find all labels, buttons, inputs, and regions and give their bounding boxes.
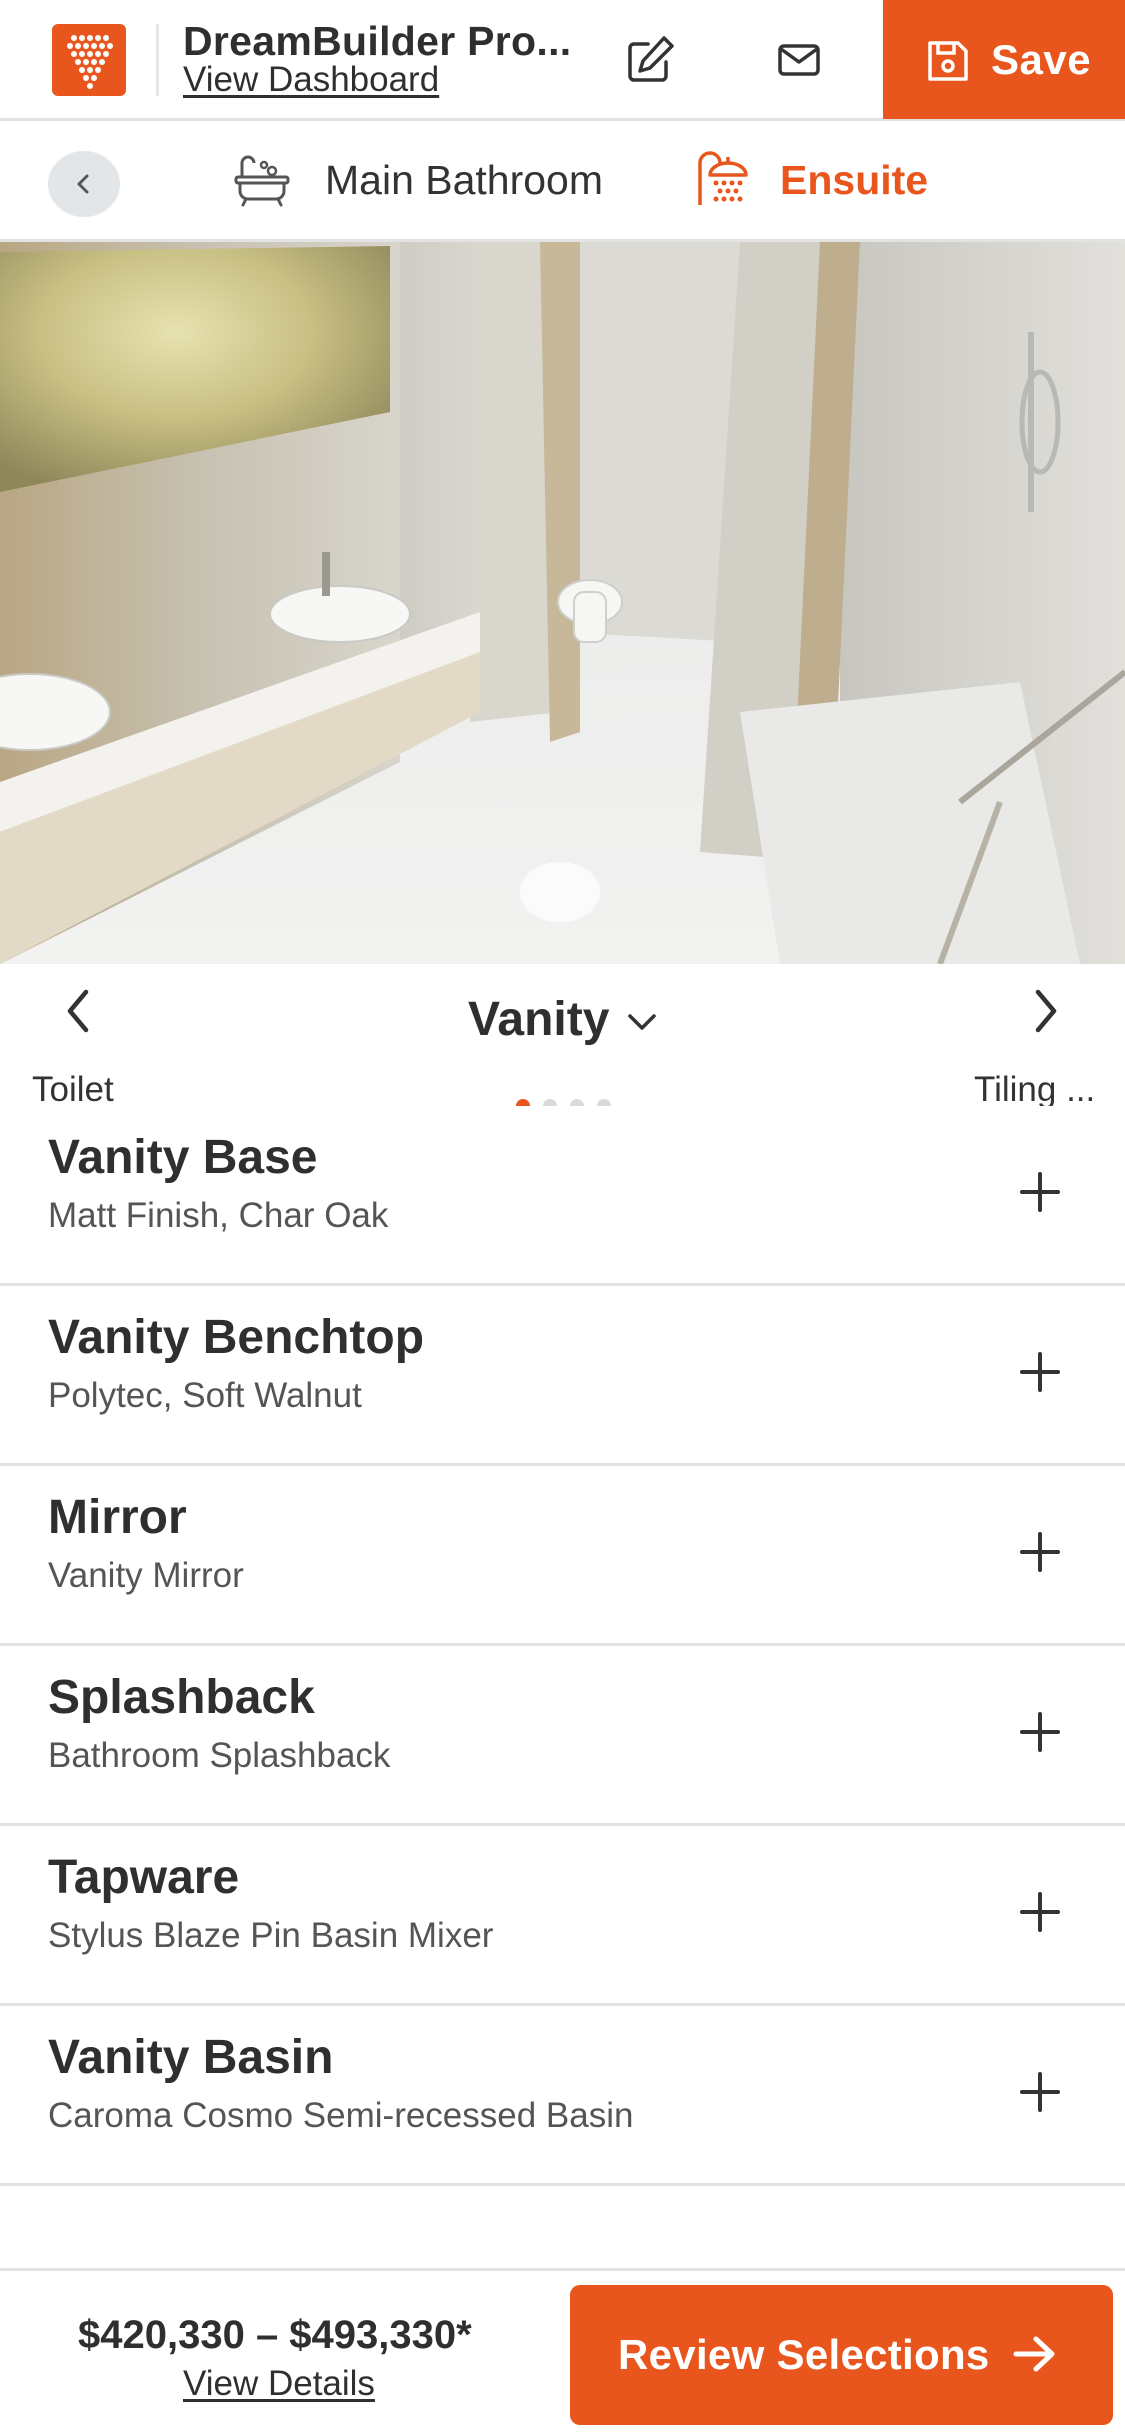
prev-category-label: Toilet [32, 1070, 114, 1109]
item-title: Vanity Base [48, 1131, 318, 1184]
plus-icon[interactable] [1012, 2064, 1068, 2120]
list-item-vanity-base[interactable]: Vanity Base Matt Finish, Char Oak [0, 1106, 1125, 1286]
category-nav: Toilet Vanity Tiling ... [0, 964, 1125, 1109]
floppy-disk-icon [928, 41, 968, 81]
prev-category-button[interactable]: Toilet [20, 984, 140, 1109]
item-subtitle: Polytec, Soft Walnut [48, 1376, 362, 1415]
pencil-icon [628, 36, 674, 82]
edit-button[interactable] [620, 30, 684, 90]
list-item-vanity-benchtop[interactable]: Vanity Benchtop Polytec, Soft Walnut [0, 1286, 1125, 1466]
item-subtitle: Bathroom Splashback [48, 1736, 391, 1775]
dreambuilder-logo[interactable] [52, 24, 126, 96]
category-dropdown[interactable]: Vanity [460, 992, 670, 1052]
chevron-left-icon [77, 174, 89, 194]
list-item-tapware[interactable]: Tapware Stylus Blaze Pin Basin Mixer [0, 1826, 1125, 2006]
price-footer: $420,330 – $493,330* View Details Review… [0, 2268, 1125, 2436]
chevron-down-icon [628, 1014, 656, 1030]
view-dashboard-link[interactable]: View Dashboard [183, 60, 439, 100]
item-title: Vanity Basin [48, 2031, 334, 2084]
plus-icon[interactable] [1012, 1884, 1068, 1940]
item-title: Vanity Benchtop [48, 1311, 425, 1364]
item-subtitle: Vanity Mirror [48, 1556, 244, 1595]
chevron-right-icon [1035, 989, 1057, 1033]
review-selections-button[interactable]: Review Selections [570, 2285, 1113, 2425]
save-label: Save [991, 36, 1092, 83]
item-title: Splashback [48, 1671, 315, 1724]
shower-icon [698, 151, 748, 205]
envelope-icon [778, 44, 820, 76]
plus-icon[interactable] [1012, 1524, 1068, 1580]
arrow-right-icon [1013, 2336, 1055, 2372]
plus-icon[interactable] [1012, 1344, 1068, 1400]
next-category-button[interactable]: Tiling ... [960, 984, 1120, 1109]
app-header: DreamBuilder Pro... View Dashboard Save [0, 0, 1125, 121]
plus-icon[interactable] [1012, 1704, 1068, 1760]
review-selections-label: Review Selections [618, 2331, 990, 2378]
tab-ensuite-label: Ensuite [780, 157, 929, 203]
mail-button[interactable] [768, 30, 832, 90]
item-title: Tapware [48, 1851, 240, 1904]
save-button[interactable]: Save [883, 0, 1125, 119]
view-details-link[interactable]: View Details [183, 2364, 375, 2404]
item-subtitle: Matt Finish, Char Oak [48, 1196, 389, 1235]
list-item-vanity-basin[interactable]: Vanity Basin Caroma Cosmo Semi-recessed … [0, 2006, 1125, 2186]
bathtub-icon [234, 155, 290, 207]
item-title: Mirror [48, 1491, 187, 1544]
back-button[interactable] [48, 151, 120, 217]
plus-icon[interactable] [1012, 1164, 1068, 1220]
price-range: $420,330 – $493,330* [78, 2313, 472, 2357]
category-label: Vanity [468, 993, 610, 1046]
list-item-mirror[interactable]: Mirror Vanity Mirror [0, 1466, 1125, 1646]
project-title: DreamBuilder Pro... [183, 18, 572, 64]
room-tabs: Main Bathroom Ensuite [0, 121, 1125, 242]
tab-main-bathroom-label: Main Bathroom [325, 157, 604, 203]
item-subtitle: Caroma Cosmo Semi-recessed Basin [48, 2096, 634, 2135]
room-render-image [0, 242, 1125, 964]
header-divider [156, 24, 159, 96]
next-category-label: Tiling ... [974, 1070, 1096, 1109]
chevron-left-icon [67, 989, 89, 1033]
item-subtitle: Stylus Blaze Pin Basin Mixer [48, 1916, 494, 1955]
list-item-splashback[interactable]: Splashback Bathroom Splashback [0, 1646, 1125, 1826]
